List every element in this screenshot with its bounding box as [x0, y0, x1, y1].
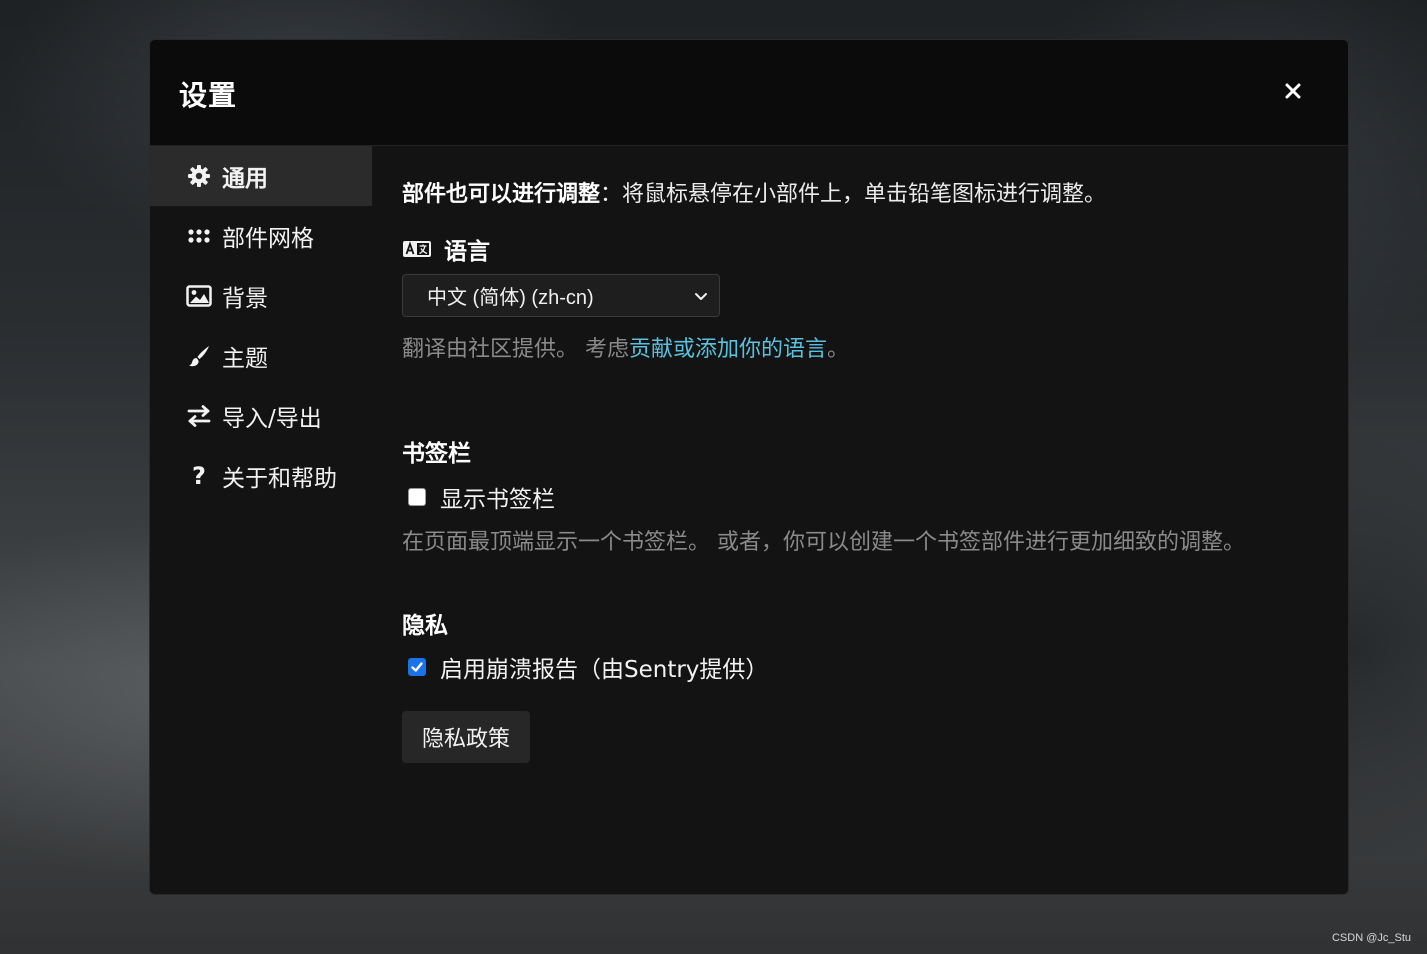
settings-dialog: 设置 通用 部件网格 背景 主题 导入/导出 ? 关于和帮助 部件也可以进行调整… [149, 39, 1349, 895]
chevron-down-icon [695, 293, 707, 300]
sidebar-item-label: 导入/导出 [222, 406, 322, 432]
widget-tip: 部件也可以进行调整：将鼠标悬停在小部件上，单击铅笔图标进行调整。 [402, 176, 1106, 208]
dialog-header: 设置 [150, 40, 1348, 146]
language-select-value: 中文 (简体) (zh-cn) [427, 287, 594, 309]
translate-icon [402, 239, 432, 259]
gear-icon [186, 163, 212, 189]
sidebar-item-label: 主题 [222, 346, 268, 372]
show-bookmarks-toggle[interactable]: 显示书签栏 [408, 480, 555, 514]
sidebar-item-about-help[interactable]: ? 关于和帮助 [150, 446, 372, 506]
privacy-policy-button[interactable]: 隐私政策 [402, 711, 530, 763]
sidebar-item-widget-grid[interactable]: 部件网格 [150, 206, 372, 266]
dialog-title: 设置 [179, 79, 238, 112]
general-settings-panel: 部件也可以进行调整：将鼠标悬停在小部件上，单击铅笔图标进行调整。 语言 中文 (… [402, 146, 1322, 886]
language-select[interactable]: 中文 (简体) (zh-cn) [402, 274, 720, 317]
contribute-language-link[interactable]: 贡献或添加你的语言 [629, 337, 827, 362]
sidebar-item-background[interactable]: 背景 [150, 266, 372, 326]
translation-note-prefix: 翻译由社区提供。 考虑 [402, 337, 629, 362]
sidebar-item-label: 通用 [222, 166, 268, 192]
language-heading: 语言 [402, 232, 490, 266]
sidebar-item-label: 关于和帮助 [222, 466, 337, 492]
grid-dots-icon [186, 223, 212, 249]
image-icon [186, 283, 212, 309]
translation-note: 翻译由社区提供。 考虑贡献或添加你的语言。 [402, 331, 849, 363]
crash-reports-checkbox[interactable] [408, 658, 426, 676]
widget-tip-strong: 部件也可以进行调整 [402, 182, 601, 207]
settings-sidebar: 通用 部件网格 背景 主题 导入/导出 ? 关于和帮助 [150, 146, 372, 894]
bookmarks-heading: 书签栏 [402, 441, 471, 467]
widget-tip-text: ：将鼠标悬停在小部件上，单击铅笔图标进行调整。 [600, 182, 1107, 207]
crash-reports-label: 启用崩溃报告（由Sentry提供） [440, 657, 769, 683]
paintbrush-icon [186, 343, 212, 369]
sidebar-item-theme[interactable]: 主题 [150, 326, 372, 386]
checkmark-icon [411, 662, 423, 672]
show-bookmarks-label: 显示书签栏 [440, 487, 555, 513]
question-icon: ? [192, 462, 206, 490]
sidebar-item-label: 部件网格 [222, 226, 314, 252]
swap-arrows-icon [186, 403, 212, 429]
close-button[interactable] [1278, 76, 1308, 106]
crash-reports-toggle[interactable]: 启用崩溃报告（由Sentry提供） [408, 650, 768, 684]
watermark: CSDN @Jc_Stu [1331, 932, 1411, 944]
language-heading-text: 语言 [444, 239, 490, 265]
sidebar-item-general[interactable]: 通用 [150, 146, 372, 206]
close-icon [1285, 83, 1301, 99]
sidebar-item-import-export[interactable]: 导入/导出 [150, 386, 372, 446]
sidebar-item-label: 背景 [222, 286, 268, 312]
show-bookmarks-checkbox[interactable] [408, 488, 426, 506]
bookmarks-description: 在页面最顶端显示一个书签栏。 或者，你可以创建一个书签部件进行更加细致的调整。 [402, 530, 1245, 555]
translation-note-suffix: 。 [827, 337, 850, 362]
privacy-heading: 隐私 [402, 613, 448, 639]
